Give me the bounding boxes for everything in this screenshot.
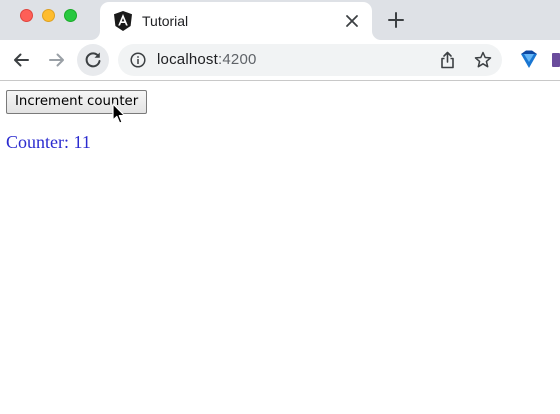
counter-text: Counter: 11: [6, 132, 91, 152]
extension-icon[interactable]: [550, 50, 560, 70]
page-content: Increment counter Counter: 11: [0, 81, 560, 414]
tab-title: Tutorial: [142, 13, 189, 29]
browser-tab-strip: Tutorial: [0, 0, 560, 40]
back-arrow-icon[interactable]: [11, 50, 31, 70]
close-window-button[interactable]: [20, 9, 33, 22]
url-host: localhost: [157, 51, 219, 68]
tab-tutorial[interactable]: Tutorial: [100, 2, 372, 40]
reload-button[interactable]: [77, 44, 109, 76]
extension-icon[interactable]: [520, 50, 538, 70]
bookmark-star-icon[interactable]: [474, 51, 492, 69]
forward-arrow-icon[interactable]: [47, 50, 67, 70]
address-bar[interactable]: localhost:4200: [118, 44, 502, 76]
mouse-cursor-icon: [112, 103, 126, 124]
angular-logo-icon: [114, 11, 132, 31]
increment-counter-button[interactable]: Increment counter: [6, 90, 148, 114]
browser-toolbar: localhost:4200: [0, 40, 560, 81]
minimize-window-button[interactable]: [42, 9, 55, 22]
reload-icon: [85, 52, 101, 68]
info-icon[interactable]: [130, 52, 146, 68]
url-port: :4200: [218, 51, 257, 68]
close-tab-icon[interactable]: [345, 14, 359, 28]
maximize-window-button[interactable]: [64, 9, 77, 22]
url-text[interactable]: localhost:4200: [157, 51, 257, 68]
share-icon[interactable]: [439, 51, 456, 69]
new-tab-icon[interactable]: [388, 12, 404, 28]
